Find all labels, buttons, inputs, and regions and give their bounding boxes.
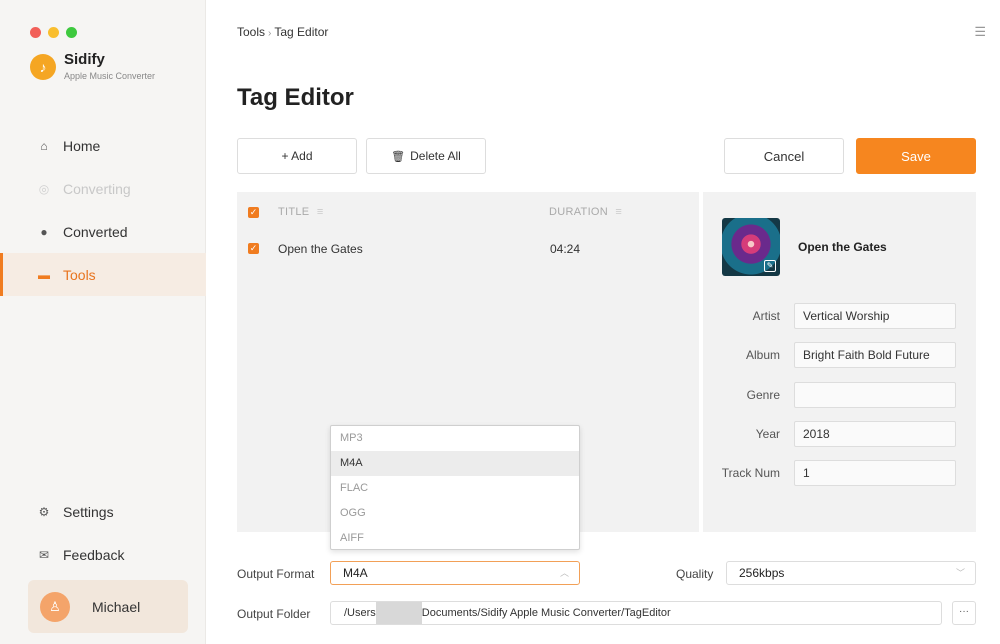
sidebar-item-feedback[interactable]: ✉ Feedback [0,533,206,576]
sort-icon: ≡ [615,206,623,218]
duration-column-label: DURATION [549,206,609,218]
edit-cover-icon[interactable]: ✎ [764,260,776,272]
maximize-window-button[interactable] [66,27,77,38]
app-name: Sidify [64,51,105,68]
delete-all-label: Delete All [410,149,461,163]
chevron-up-icon: ︿ [559,568,569,578]
sidebar-item-settings[interactable]: ⚙ Settings [0,490,206,533]
close-window-button[interactable] [30,27,41,38]
title-column-header[interactable]: TITLE ≡ [278,206,324,218]
output-folder-label: Output Folder [237,607,311,621]
user-name: Michael [92,598,141,615]
format-option-aiff[interactable]: AIFF [331,526,579,551]
app-subtitle: Apple Music Converter [64,71,156,81]
sidebar-bottom-nav: ⚙ Settings ✉ Feedback [0,490,206,576]
sidebar: ♪ Sidify Apple Music Converter ⌂ Home ◎ … [0,0,206,644]
quality-label: Quality [676,567,714,581]
artist-label: Artist [752,309,780,323]
sidebar-item-label: Tools [63,266,96,283]
quality-value: 256kbps [739,566,785,580]
sidebar-item-converted[interactable]: ● Converted [0,210,206,253]
breadcrumb-current: Tag Editor [274,25,329,39]
converting-icon: ◎ [38,181,50,196]
minimize-window-button[interactable] [48,27,59,38]
add-button[interactable]: + Add [237,138,357,174]
sidebar-item-tools[interactable]: ▬ Tools [0,253,206,296]
toolbox-icon: ▬ [38,267,50,282]
delete-all-button[interactable]: 🗑 Delete All [366,138,486,174]
chevron-down-icon: ﹀ [955,568,965,578]
sidebar-item-label: Converting [63,180,131,197]
cancel-label: Cancel [763,148,805,164]
save-label: Save [901,148,931,164]
track-title[interactable]: Open the Gates [278,242,363,256]
format-option-ogg[interactable]: OGG [331,501,579,526]
window-controls [30,27,77,38]
add-button-label: + Add [281,149,313,163]
trash-icon: 🗑 [391,150,406,163]
folder-path-suffix: Documents/Sidify Apple Music Converter/T… [421,607,671,619]
format-option-m4a[interactable]: M4A [331,451,579,476]
redacted-username [375,602,422,624]
quality-select[interactable]: 256kbps ﹀ [726,561,976,585]
sort-icon: ≡ [316,206,324,218]
format-option-mp3[interactable]: MP3 [331,426,579,451]
home-icon: ⌂ [40,138,48,153]
browse-folder-button[interactable]: ··· [952,601,976,625]
gear-icon: ⚙ [38,504,50,519]
user-profile[interactable]: ♙ Michael [28,580,188,633]
track-num-label: Track Num [721,466,780,480]
album-label: Album [745,348,780,362]
genre-field[interactable] [794,382,956,408]
page-title: Tag Editor [237,84,354,111]
format-option-flac[interactable]: FLAC [331,476,579,501]
mail-icon: ✉ [38,547,50,562]
breadcrumb-separator: › [268,28,272,39]
clock-icon: ● [40,224,48,239]
folder-path-prefix: /Users [344,607,376,619]
track-duration: 04:24 [550,242,581,256]
breadcrumb-parent[interactable]: Tools [237,25,265,39]
output-format-label: Output Format [237,567,315,581]
user-icon: ♙ [40,591,70,622]
breadcrumb: Tools › Tag Editor [237,25,328,39]
sidebar-item-label: Feedback [63,546,125,563]
genre-label: Genre [746,388,780,402]
track-row-checkbox[interactable]: ✓ [248,243,259,254]
menu-icon[interactable]: ☰ [974,24,986,40]
year-field[interactable]: 2018 [794,421,956,447]
album-cover[interactable]: ✎ [722,218,780,276]
sidebar-item-label: Settings [63,503,114,520]
sidebar-item-home[interactable]: ⌂ Home [0,124,206,167]
music-note-icon: ♪ [30,53,56,80]
output-format-select[interactable]: M4A ︿ [330,561,580,585]
output-format-value: M4A [343,566,368,580]
sidebar-item-label: Home [63,137,101,154]
track-num-field[interactable]: 1 [794,460,956,486]
output-format-dropdown: MP3 M4A FLAC OGG AIFF [330,425,580,550]
title-column-label: TITLE [278,206,310,218]
sidebar-item-label: Converted [63,223,128,240]
cancel-button[interactable]: Cancel [724,138,844,174]
duration-column-header[interactable]: DURATION ≡ [549,206,622,218]
sidebar-nav: ⌂ Home ◎ Converting ● Converted ▬ Tools [0,124,206,296]
artist-field[interactable]: Vertical Worship [794,303,956,329]
sidebar-item-converting: ◎ Converting [0,167,206,210]
year-label: Year [755,427,780,441]
select-all-checkbox[interactable]: ✓ [248,207,259,218]
album-field[interactable]: Bright Faith Bold Future [794,342,956,368]
save-button[interactable]: Save [856,138,976,174]
detail-track-title: Open the Gates [798,240,887,254]
output-folder-input[interactable]: /Users Documents/Sidify Apple Music Conve… [330,601,942,625]
brand: ♪ Sidify Apple Music Converter [30,52,155,81]
